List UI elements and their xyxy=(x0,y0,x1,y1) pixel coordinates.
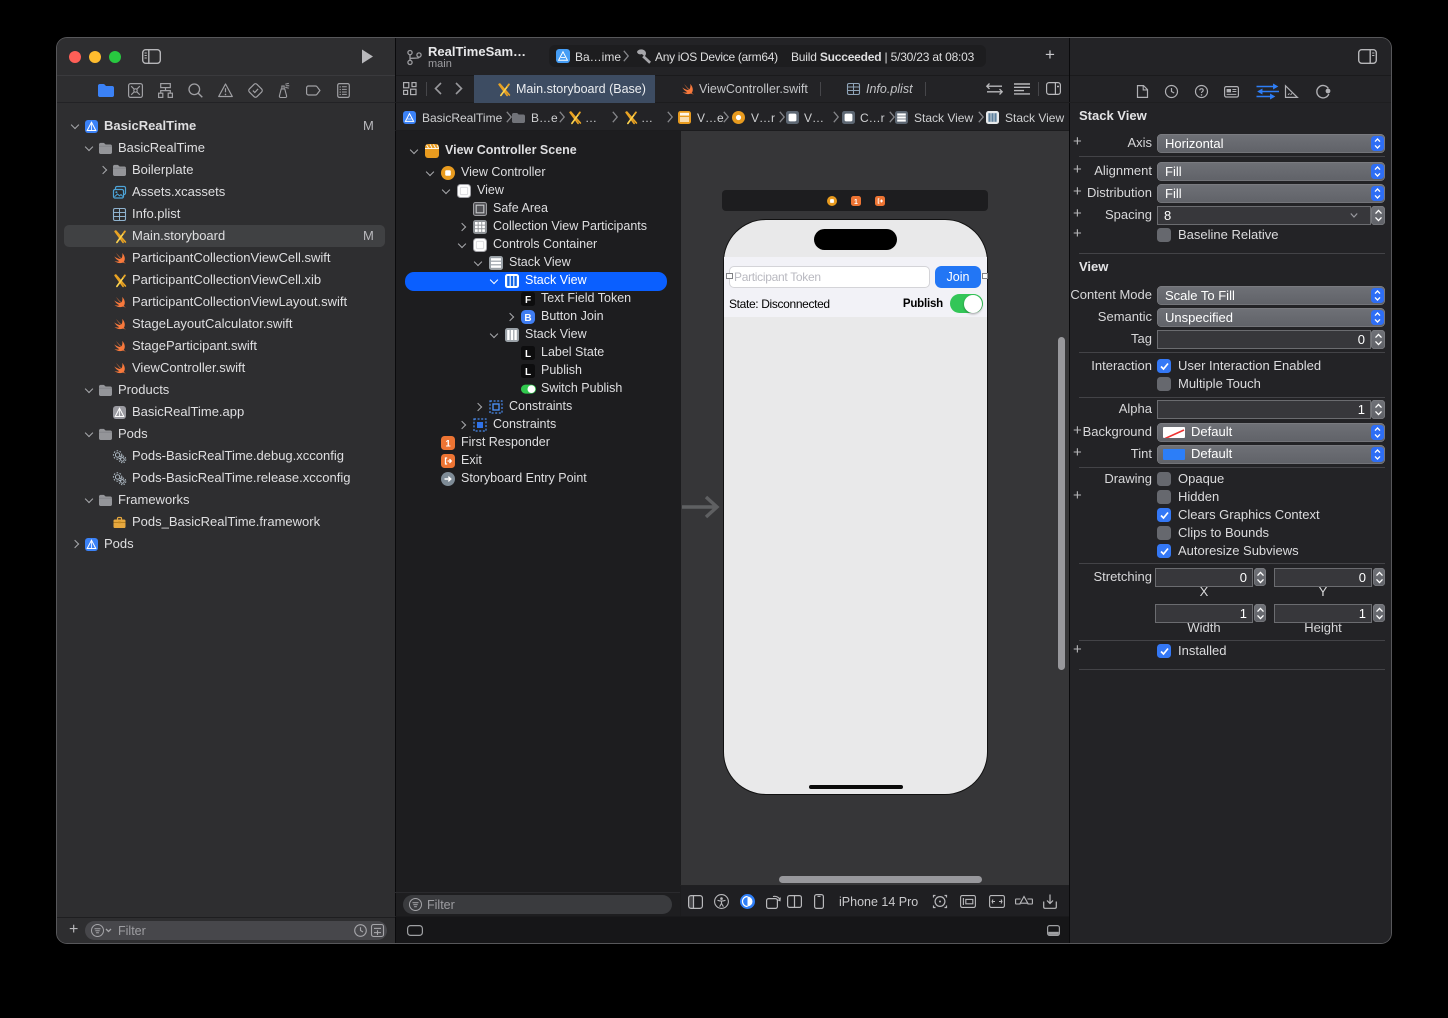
svg-text:L: L xyxy=(525,367,531,378)
svg-text:B: B xyxy=(524,313,531,324)
svg-text:1: 1 xyxy=(445,439,451,450)
svg-text:1: 1 xyxy=(854,199,858,206)
svg-text:F: F xyxy=(525,295,531,306)
svg-text:L: L xyxy=(525,349,531,360)
